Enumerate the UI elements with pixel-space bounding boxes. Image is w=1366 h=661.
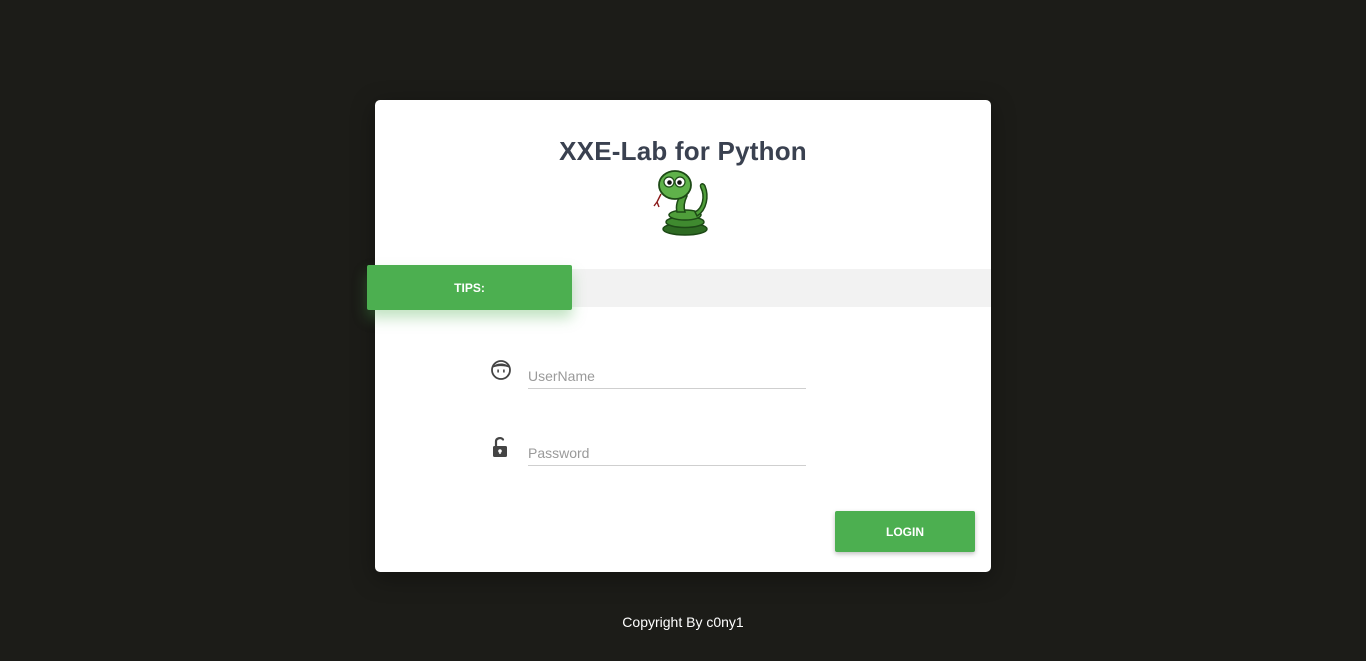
username-field xyxy=(489,358,809,398)
snake-icon xyxy=(653,170,708,236)
login-button[interactable]: LOGIN xyxy=(835,511,975,552)
copyright-text: Copyright By c0ny1 xyxy=(622,614,744,630)
password-field xyxy=(489,435,809,475)
login-card: XXE-Lab for Python TIPS: UserName LOGIN xyxy=(367,100,991,572)
tips-label: TIPS: xyxy=(454,280,485,295)
user-face-icon xyxy=(491,360,511,380)
page-title: XXE-Lab for Python xyxy=(559,136,807,166)
unlocked-padlock-icon xyxy=(493,437,507,457)
tips-tab: TIPS: xyxy=(367,265,572,310)
username-input[interactable] xyxy=(528,364,806,389)
password-input[interactable] xyxy=(528,441,806,466)
